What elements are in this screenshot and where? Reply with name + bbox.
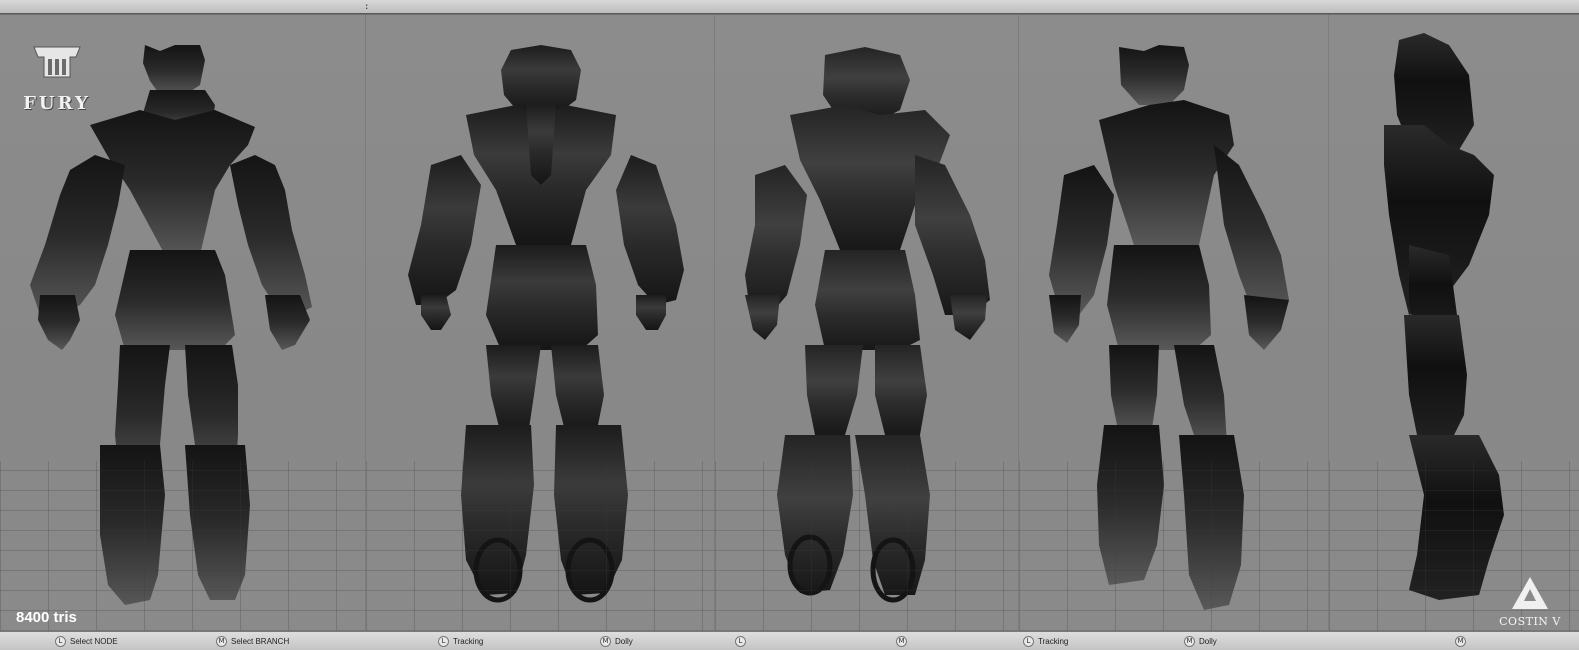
- status-hint: M: [896, 634, 911, 648]
- mouse-middle-icon: M: [1184, 635, 1195, 647]
- viewport-front-three-quarter[interactable]: [1019, 15, 1328, 631]
- toolbar-grip[interactable]: :: [364, 0, 369, 14]
- viewport-strip: FURY 8400 tris COSTIN V: [0, 15, 1579, 631]
- mouse-left-icon: L: [735, 635, 746, 647]
- status-hint-label: Dolly: [1199, 636, 1217, 646]
- triangle-count: 8400 tris: [16, 609, 77, 626]
- mouse-middle-icon: M: [1455, 635, 1466, 647]
- triangle-logo-icon: [1512, 577, 1548, 609]
- status-hint-label: Tracking: [453, 636, 484, 646]
- status-hint: M: [1455, 634, 1470, 648]
- status-hint: M Dolly: [1184, 634, 1217, 648]
- mouse-middle-icon: M: [896, 635, 907, 647]
- character-silhouette-back: [408, 45, 684, 603]
- status-hint: L Select NODE: [55, 634, 118, 648]
- status-hint-label: Select NODE: [70, 636, 118, 646]
- viewport-back[interactable]: [366, 15, 714, 631]
- watermark-text: COSTIN V: [1499, 615, 1561, 628]
- mouse-left-icon: L: [438, 635, 449, 647]
- status-hint: M Select BRANCH: [216, 634, 289, 648]
- mouse-left-icon: L: [55, 635, 66, 647]
- status-hint-label: Select BRANCH: [231, 636, 290, 646]
- viewport-side[interactable]: [1329, 15, 1579, 631]
- status-bar: L Select NODE M Select BRANCH L Tracking…: [0, 631, 1579, 650]
- character-silhouette-back-three-quarter: [745, 47, 990, 603]
- character-silhouette-side: [1384, 33, 1504, 600]
- status-hint-label: Dolly: [615, 636, 633, 646]
- top-toolbar: :: [0, 0, 1579, 14]
- status-hint: L Tracking: [438, 634, 483, 648]
- mouse-middle-icon: M: [600, 635, 611, 647]
- mouse-left-icon: L: [1023, 635, 1034, 647]
- mouse-middle-icon: M: [216, 635, 227, 647]
- status-hint-label: Tracking: [1038, 636, 1069, 646]
- status-hint: L: [735, 634, 750, 648]
- status-hint: L Tracking: [1023, 634, 1068, 648]
- fury-emblem-icon: [33, 46, 81, 78]
- viewport-back-three-quarter[interactable]: [715, 15, 1018, 631]
- status-hint: M Dolly: [600, 634, 633, 648]
- character-silhouette-front-three-quarter: [1049, 45, 1289, 610]
- author-watermark: COSTIN V: [1492, 575, 1568, 631]
- fury-logo: FURY: [14, 43, 100, 115]
- logo-text: FURY: [23, 93, 91, 114]
